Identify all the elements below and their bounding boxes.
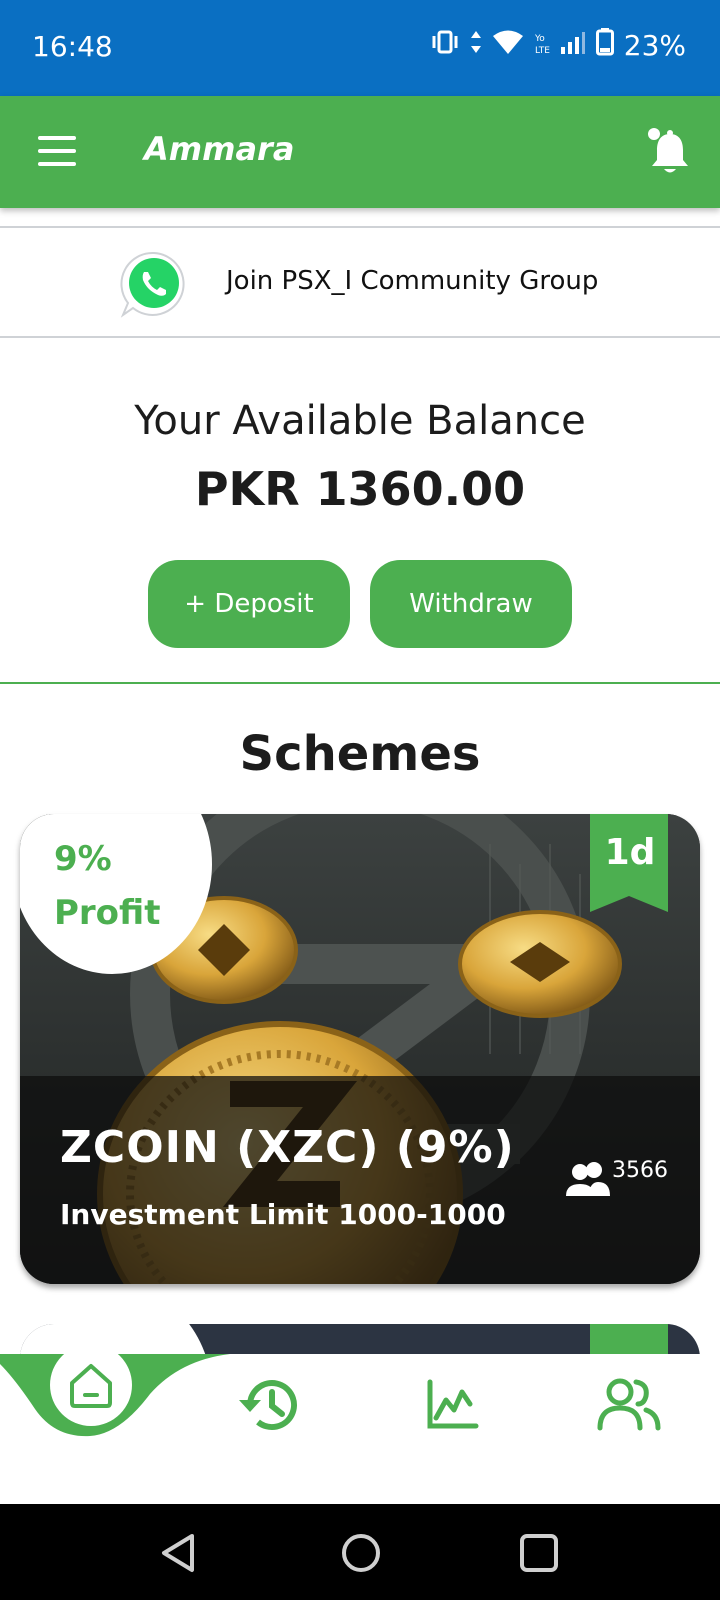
battery-icon <box>595 28 614 63</box>
data-arrows-icon <box>470 29 482 62</box>
schemes-title: Schemes <box>239 726 481 782</box>
volte-icon: Yo LTE <box>534 29 550 62</box>
chart-icon <box>427 1379 479 1429</box>
duration-label: 1d <box>604 832 656 873</box>
recents-icon[interactable] <box>518 1532 560 1574</box>
whatsapp-icon <box>120 250 188 318</box>
battery-percent: 23% <box>623 29 686 62</box>
home-circle-icon[interactable] <box>340 1532 382 1574</box>
history-icon <box>239 1380 297 1431</box>
nav-history[interactable] <box>236 1374 302 1436</box>
nav-team[interactable] <box>596 1374 662 1436</box>
profit-badge-text: 9% Profit <box>54 832 161 940</box>
wifi-icon <box>492 29 524 62</box>
home-icon <box>70 1364 112 1408</box>
app-bar: Ammara <box>0 96 720 208</box>
nav-home[interactable] <box>50 1344 132 1426</box>
svg-text:Yo: Yo <box>534 34 545 44</box>
svg-text:LTE: LTE <box>535 46 550 55</box>
balance-value: PKR 1360.00 <box>194 462 526 516</box>
withdraw-button[interactable]: Withdraw <box>370 560 572 648</box>
nav-chart[interactable] <box>420 1374 486 1436</box>
back-icon[interactable] <box>158 1532 200 1574</box>
scheme-name: ZCOIN (XZC) (9%) <box>60 1122 515 1173</box>
team-icon <box>597 1378 661 1431</box>
balance-label: Your Available Balance <box>134 398 586 444</box>
status-time: 16:48 <box>32 30 113 63</box>
app-root: 16:48 Yo LTE 23% Ammara Join PSX_I Commu… <box>0 0 720 1600</box>
section-divider <box>0 682 720 684</box>
status-icons: Yo LTE 23% <box>430 28 686 63</box>
profit-percent: 9% <box>54 839 112 879</box>
scheme-card[interactable]: ZCOIN (XZC) (9%) Investment Limit 1000-1… <box>20 814 700 1284</box>
community-label: Join PSX_I Community Group <box>226 266 599 296</box>
app-title: Ammara <box>144 130 295 168</box>
scheme-user-count: 3566 <box>612 1158 668 1183</box>
hamburger-icon[interactable] <box>38 136 76 166</box>
status-bar: 16:48 Yo LTE 23% <box>0 0 720 96</box>
system-nav-bar <box>0 1504 720 1600</box>
deposit-button[interactable]: + Deposit <box>148 560 350 648</box>
nav-active-curve <box>0 1354 230 1437</box>
community-banner[interactable]: Join PSX_I Community Group <box>0 226 720 338</box>
vibrate-icon <box>430 28 460 63</box>
signal-icon <box>560 29 586 62</box>
bell-icon[interactable] <box>646 126 694 178</box>
users-icon <box>564 1160 612 1198</box>
scheme-limit: Investment Limit 1000-1000 <box>60 1198 506 1231</box>
profit-label: Profit <box>54 893 161 933</box>
